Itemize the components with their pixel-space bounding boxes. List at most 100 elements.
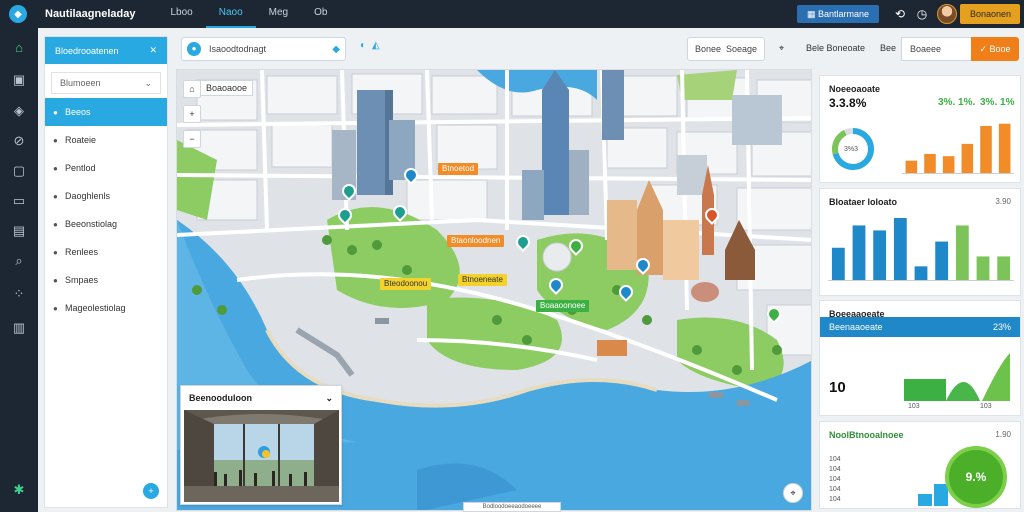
location-photo-canvas: [184, 410, 339, 502]
search-icon[interactable]: ⌕: [9, 251, 29, 271]
briefcase-icon[interactable]: ▥: [9, 318, 29, 338]
grid-icon[interactable]: ▣: [9, 70, 29, 90]
filter-select[interactable]: Bonee Soeage: [687, 37, 765, 61]
list-item[interactable]: ● Daoghlenls: [45, 182, 167, 210]
chart-bar[interactable]: [955, 225, 969, 280]
list-item[interactable]: ● Renlees: [45, 238, 167, 266]
category-dropdown-value: Blumoeen: [60, 78, 101, 88]
chart-bar[interactable]: [831, 247, 845, 280]
home-icon[interactable]: ⌂: [9, 38, 29, 58]
zoom-in-button[interactable]: +: [183, 105, 201, 123]
tray-icon[interactable]: ▭: [9, 191, 29, 211]
gauge-tick: 104: [829, 456, 841, 463]
chart-bar[interactable]: [976, 256, 990, 280]
list-item[interactable]: ● Smpaes: [45, 266, 167, 294]
map-label[interactable]: Bteodoonou: [380, 278, 432, 290]
list-item[interactable]: ● Pentlod: [45, 154, 167, 182]
list-item[interactable]: ● Beeonstiolag: [45, 210, 167, 238]
main-nav: Lboo Naoo Meg Ob: [157, 0, 340, 28]
map-legend[interactable]: Boaoaooe: [200, 80, 254, 96]
list-item-label: Mageolestiolag: [65, 303, 126, 313]
toolbar-label-1[interactable]: Bele Boneoate: [806, 43, 865, 53]
list-item[interactable]: ● Roateie: [45, 126, 167, 154]
chart-bar[interactable]: [873, 230, 887, 280]
tab-1[interactable]: Lboo: [157, 0, 205, 28]
chart-bar[interactable]: [905, 160, 918, 173]
list-item[interactable]: ● Beeos: [45, 98, 167, 126]
bullet-icon: ●: [53, 303, 58, 313]
navigate-icon[interactable]: ◭: [372, 40, 380, 51]
top-right-controls: ▦ Bantlarmane ⟲ ◷ Bonaonen: [796, 0, 1024, 28]
cursor-icon[interactable]: ⌖: [779, 43, 784, 54]
pin-icon[interactable]: ◆: [332, 44, 340, 55]
stats-bar[interactable]: Beenaaoeate 23%: [820, 317, 1020, 337]
chevron-down-icon[interactable]: ⌄: [325, 393, 333, 404]
left-panel-title: Bloedrooatenen: [55, 45, 119, 56]
location-icon: ●: [187, 42, 201, 56]
gauge-card: NoolBtnooalnoee 1.90 104 104 104 104 104…: [819, 421, 1021, 509]
tab-4[interactable]: Ob: [301, 0, 340, 28]
toolbar-label-2[interactable]: Bee: [880, 43, 896, 53]
left-panel-header: Bloedrooatenen ✕: [45, 37, 167, 64]
zoom-out-button[interactable]: −: [183, 130, 201, 148]
search-input[interactable]: [209, 44, 319, 54]
chart-bar[interactable]: [997, 256, 1011, 280]
date-field[interactable]: Boaeee: [901, 37, 973, 61]
chart-bar[interactable]: [924, 153, 936, 173]
stats-tick-b: 103: [980, 403, 992, 410]
close-icon[interactable]: ✕: [149, 45, 157, 56]
overview-value: 3.3.8%: [829, 96, 867, 110]
chart-bar[interactable]: [998, 123, 1011, 173]
route-icon[interactable]: ⁘: [9, 284, 29, 304]
stats-area-chart: [904, 353, 1010, 401]
apply-button[interactable]: ✓ Booe: [971, 37, 1019, 61]
map-label[interactable]: Btnoetod: [438, 163, 479, 175]
bullet-icon: ●: [53, 107, 58, 117]
user-button[interactable]: Bonaonen: [960, 4, 1020, 24]
location-photo[interactable]: [184, 410, 339, 502]
top-bar: ◆ Nautilaagneladay Lboo Naoo Meg Ob ▦ Ba…: [0, 0, 1024, 28]
settings-icon[interactable]: ✱: [9, 480, 29, 500]
app-title: Nautilaagneladay: [45, 8, 136, 20]
gauge-tick: 104: [829, 466, 841, 473]
category-dropdown[interactable]: Blumoeen ⌄: [51, 72, 161, 94]
compass-icon[interactable]: ⊘: [9, 131, 29, 151]
map-label[interactable]: Btnoeneate: [458, 274, 507, 286]
chart-bar[interactable]: [942, 156, 955, 173]
tab-3[interactable]: Meg: [256, 0, 301, 28]
top-action-button[interactable]: ▦ Bantlarmane: [796, 5, 879, 23]
image-icon[interactable]: ▢: [9, 161, 29, 181]
filter-value: Bonee: [695, 44, 722, 54]
chart-bar[interactable]: [852, 225, 866, 280]
stats-tick-a: 103: [908, 403, 920, 410]
avatar[interactable]: [937, 4, 957, 24]
bullet-icon: ●: [53, 219, 58, 229]
location-popup: Beenooduloon ⌄: [180, 385, 342, 505]
chart-bar[interactable]: [935, 241, 949, 280]
map-label[interactable]: Btaonloodnen: [447, 235, 505, 247]
chart-bar[interactable]: [893, 218, 907, 280]
layers-toggle-icon[interactable]: ◐: [360, 40, 366, 51]
apply-button-label: Booe: [989, 44, 1011, 54]
add-icon[interactable]: +: [143, 483, 159, 499]
chart-bar[interactable]: [914, 266, 928, 280]
bullet-icon: ●: [53, 275, 58, 285]
locate-button[interactable]: ⌖: [783, 483, 803, 503]
chevron-down-icon: ⌄: [144, 77, 152, 88]
tab-2[interactable]: Naoo: [205, 0, 256, 28]
filter-label: Soeage: [725, 44, 757, 54]
list-item[interactable]: ● Mageolestiolag: [45, 294, 167, 322]
map-label[interactable]: Boaaoonoee: [536, 300, 590, 312]
layers-icon[interactable]: ◈: [9, 101, 29, 121]
gauge-tick: 104: [829, 486, 841, 493]
link-icon[interactable]: ⟲: [889, 7, 911, 21]
overview-stat-2: 3%. 1%: [980, 97, 1015, 108]
bullet-icon: ●: [53, 191, 58, 201]
clock-icon[interactable]: ◷: [911, 7, 933, 21]
icon-rail: ⌂ ▣ ◈ ⊘ ▢ ▭ ▤ ⌕ ⁘ ▥ ✱: [0, 28, 38, 512]
list-item-label: Pentlod: [65, 163, 96, 173]
chart-bar[interactable]: [961, 143, 974, 173]
home-marker-icon[interactable]: ⌂: [183, 80, 201, 98]
document-icon[interactable]: ▤: [9, 221, 29, 241]
chart-bar[interactable]: [980, 125, 992, 173]
